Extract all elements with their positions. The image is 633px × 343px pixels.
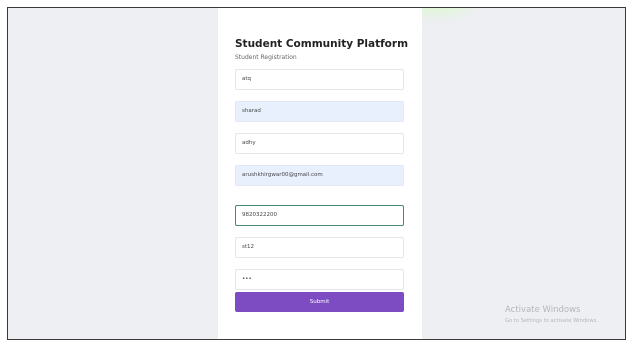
page-title: Student Community Platform	[235, 38, 409, 50]
password-field[interactable]: •••	[235, 269, 404, 290]
screenshot-frame: Student Community Platform Student Regis…	[7, 7, 626, 340]
phone-field[interactable]: 9820322200	[235, 205, 404, 226]
page-subtitle: Student Registration	[235, 54, 297, 61]
activate-windows-watermark: Activate Windows Go to Settings to activ…	[505, 305, 598, 324]
student-id-field[interactable]: st12	[235, 237, 404, 258]
last-name-field[interactable]: sharad	[235, 101, 404, 122]
watermark-subtitle: Go to Settings to activate Windows.	[505, 318, 598, 324]
username-field[interactable]: adhy	[235, 133, 404, 154]
registration-card: Student Community Platform Student Regis…	[218, 8, 422, 339]
first-name-field[interactable]: atq	[235, 69, 404, 90]
watermark-title: Activate Windows	[505, 305, 581, 315]
email-field[interactable]: arushkhirgwar00@gmail.com	[235, 165, 404, 186]
submit-button[interactable]: Submit	[235, 292, 404, 312]
